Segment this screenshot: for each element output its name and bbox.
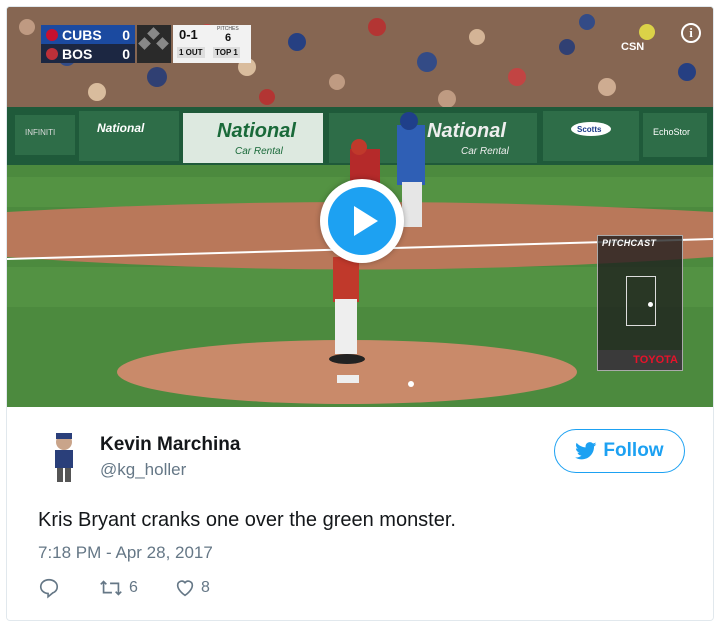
follow-label: Follow [603, 440, 664, 461]
ad-echostor: EchoStor [653, 127, 690, 137]
pitchcast-overlay: PITCHCAST TOYOTA [597, 235, 683, 371]
ad-national-2: National [217, 120, 296, 142]
ad-national-3: National [427, 120, 506, 142]
like-count: 8 [201, 579, 210, 596]
pitchcast-label: PITCHCAST [602, 238, 657, 248]
ad-national-1: National [97, 121, 145, 135]
reply-button[interactable] [38, 577, 60, 599]
scorebug-away-row: CUBS 0 [41, 25, 135, 44]
like-button[interactable]: 8 [174, 577, 210, 599]
cubs-logo-icon [46, 28, 58, 41]
play-button[interactable] [320, 179, 404, 263]
strike-zone [626, 276, 656, 326]
network-logo: CSN [621, 41, 645, 53]
away-score: 0 [122, 26, 130, 43]
follow-button[interactable]: Follow [554, 429, 685, 473]
scorebug-home-row: BOS 0 [41, 44, 135, 63]
avatar[interactable] [47, 431, 81, 483]
retweet-button[interactable]: 6 [98, 577, 138, 599]
info-icon[interactable]: i [681, 23, 701, 43]
ad-car-rental-1: Car Rental [235, 146, 284, 157]
tweet-actions: 6 8 [38, 577, 278, 601]
retweet-icon [100, 580, 122, 596]
away-team: CUBS [62, 26, 102, 43]
tweet-timestamp[interactable]: 7:18 PM - Apr 28, 2017 [38, 543, 213, 563]
reply-icon [39, 578, 59, 599]
twitter-bird-icon [575, 442, 597, 460]
tweet-text: Kris Bryant cranks one over the green mo… [38, 509, 456, 531]
outs: 1 OUT [177, 47, 205, 58]
play-icon [354, 206, 378, 236]
heart-icon [176, 580, 194, 597]
tweet-body: Kevin Marchina @kg_holler Follow Kris Br… [7, 407, 713, 620]
sox-logo-icon [46, 47, 58, 60]
inning: TOP 1 [213, 47, 240, 58]
ad-scotts: Scotts [577, 125, 602, 134]
user-handle[interactable]: @kg_holler [100, 460, 186, 480]
scorebug: CUBS 0 BOS 0 0-1 PITCHES 6 1 OUT TOP 1 [41, 25, 251, 63]
ball-strike-count: 0-1 [179, 27, 198, 42]
bases-diamond-icon [137, 25, 171, 63]
pitch-count: 6 [225, 32, 232, 44]
tweet-card: INFINITI National National Car Rental Na… [6, 6, 714, 621]
pitch-location-icon [648, 302, 653, 307]
ad-infiniti: INFINITI [25, 128, 55, 137]
ad-car-rental-2: Car Rental [461, 146, 510, 157]
home-score: 0 [122, 45, 130, 62]
display-name[interactable]: Kevin Marchina [100, 434, 240, 456]
retweet-count: 6 [129, 579, 138, 596]
sponsor-label: TOYOTA [598, 350, 682, 370]
video-player[interactable]: INFINITI National National Car Rental Na… [7, 7, 713, 407]
home-team: BOS [62, 45, 93, 62]
scorebug-count: 0-1 PITCHES 6 1 OUT TOP 1 [173, 25, 251, 63]
